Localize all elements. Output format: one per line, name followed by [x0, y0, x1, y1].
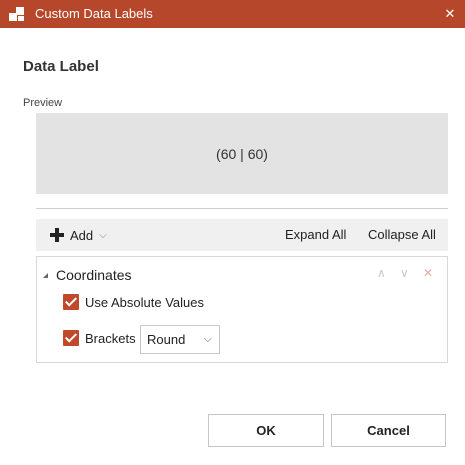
cancel-button[interactable]: Cancel [331, 414, 446, 447]
section-heading: Data Label [23, 58, 99, 75]
title-bar: Custom Data Labels ✕ [0, 0, 465, 28]
expand-all-button[interactable]: Expand All [285, 227, 346, 242]
brackets-row: Brackets [63, 330, 136, 346]
use-absolute-values-row: Use Absolute Values [63, 294, 204, 310]
toolbar: Add ⌵ Expand All Collapse All [36, 219, 448, 251]
group-title: Coordinates [56, 267, 132, 283]
move-up-icon[interactable]: ∧ [377, 266, 386, 280]
add-label: Add [70, 227, 94, 243]
coordinates-panel: Coordinates ∧ ∨ ✕ Use Absolute Values Br… [36, 256, 448, 363]
close-icon: ✕ [444, 6, 456, 21]
brackets-checkbox[interactable] [63, 330, 79, 346]
preview-label: Preview [23, 97, 63, 109]
move-down-icon[interactable]: ∨ [400, 266, 409, 280]
plus-icon [50, 228, 64, 242]
ok-button[interactable]: OK [208, 414, 324, 447]
chevron-down-icon: ⌵ [203, 333, 212, 345]
divider [36, 208, 448, 209]
preview-box: (60 | 60) [36, 113, 448, 194]
remove-icon[interactable]: ✕ [423, 266, 433, 280]
brackets-select[interactable]: Round ⌵ [140, 325, 220, 354]
use-absolute-values-label: Use Absolute Values [85, 294, 204, 310]
brackets-label: Brackets [85, 330, 136, 346]
custom-data-labels-dialog: Custom Data Labels ✕ Data Label Preview … [0, 0, 465, 465]
chevron-down-icon: ⌵ [99, 229, 107, 241]
app-icon [9, 7, 24, 21]
preview-value: (60 | 60) [216, 145, 268, 162]
window-title: Custom Data Labels [35, 6, 153, 21]
use-absolute-values-checkbox[interactable] [63, 294, 79, 310]
brackets-select-value: Round [147, 332, 186, 347]
collapse-all-button[interactable]: Collapse All [368, 227, 436, 242]
add-button[interactable]: Add ⌵ [50, 219, 107, 251]
close-button[interactable]: ✕ [437, 1, 463, 27]
group-header[interactable]: Coordinates [43, 267, 132, 283]
collapse-triangle-icon[interactable] [43, 272, 48, 278]
